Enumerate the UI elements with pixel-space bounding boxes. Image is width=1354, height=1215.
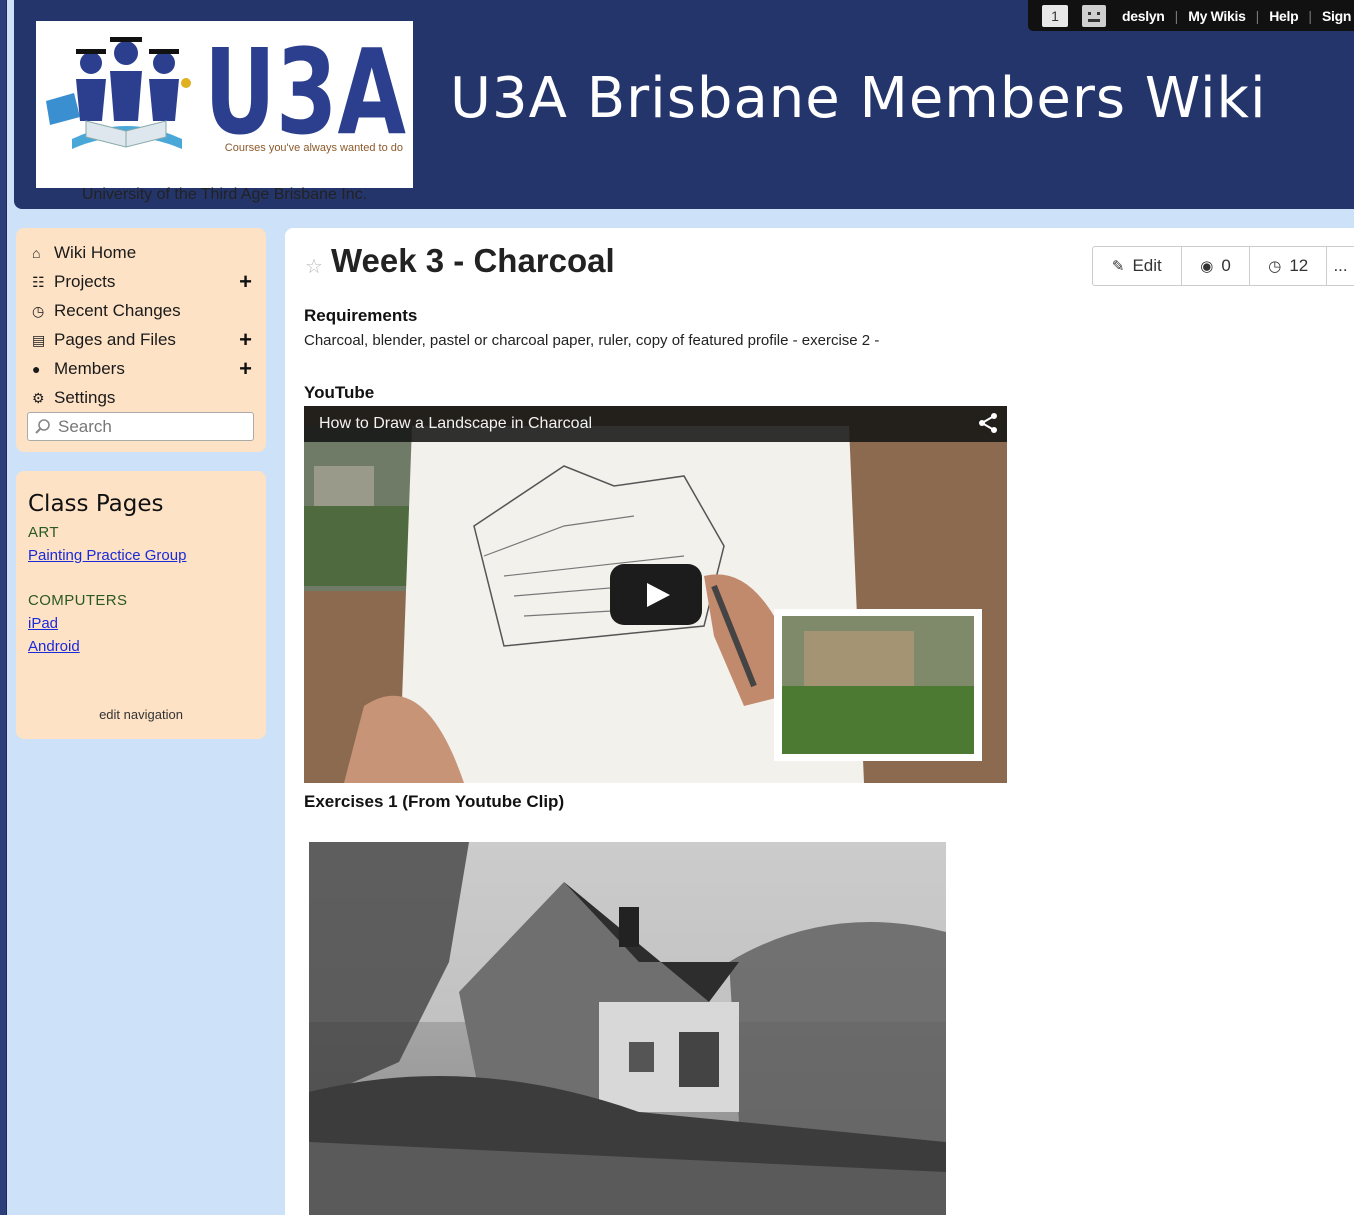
- page-actions: ✎ Edit ◉ 0 ◷ 12 ...: [1092, 246, 1354, 286]
- video-title-bar: How to Draw a Landscape in Charcoal: [304, 406, 1007, 442]
- revisions-count: 12: [1289, 256, 1309, 275]
- exercises-heading: Exercises 1 (From Youtube Clip): [304, 792, 565, 811]
- logo-wordmark: U3A: [204, 23, 406, 161]
- share-icon[interactable]: [977, 412, 999, 434]
- site-header: U3A Courses you've always wanted to do U…: [14, 0, 1354, 209]
- sidebar-item-wiki-home[interactable]: ⌂ Wiki Home: [32, 241, 252, 265]
- sidebar-item-label: Wiki Home: [54, 243, 137, 262]
- comments-icon: ◉: [1200, 258, 1214, 275]
- class-pages-box: Class Pages ART Painting Practice Group …: [16, 471, 266, 739]
- user-toolbar: 1 deslyn | My Wikis | Help | Sign: [1028, 0, 1354, 31]
- search-icon: [35, 418, 50, 434]
- add-page-icon[interactable]: +: [239, 327, 252, 353]
- sidebar-navigation: ⌂ Wiki Home ☷ Projects + ◷ Recent Change…: [16, 228, 266, 452]
- comments-count: 0: [1221, 256, 1231, 275]
- comments-button[interactable]: ◉ 0: [1182, 247, 1251, 285]
- sidebar-item-label: Recent Changes: [54, 301, 181, 320]
- main-content: ☆ Week 3 - Charcoal ✎ Edit ◉ 0 ◷ 12 ... …: [285, 228, 1354, 1215]
- more-button[interactable]: ...: [1327, 247, 1354, 285]
- add-project-icon[interactable]: +: [239, 269, 252, 295]
- gear-icon: ⚙: [32, 389, 45, 406]
- category-computers: COMPUTERS: [28, 592, 128, 609]
- link-painting-practice-group[interactable]: Painting Practice Group: [28, 547, 186, 564]
- site-title: U3A Brisbane Members Wiki: [450, 66, 1267, 131]
- sitemap-icon: ☷: [32, 273, 45, 290]
- link-ipad[interactable]: iPad: [28, 615, 58, 632]
- logo-subtitle: University of the Third Age Brisbane Inc…: [81, 186, 368, 203]
- sidebar-item-members[interactable]: ● Members +: [32, 356, 252, 382]
- logo-graphic: U3A: [46, 23, 406, 161]
- star-icon[interactable]: ☆: [305, 254, 323, 279]
- add-member-icon[interactable]: +: [239, 356, 252, 382]
- sketch-graphic: [309, 842, 946, 1215]
- clock-icon: ◷: [32, 302, 45, 319]
- youtube-video-player[interactable]: How to Draw a Landscape in Charcoal: [304, 406, 1007, 783]
- requirements-heading: Requirements: [304, 306, 418, 325]
- revisions-button[interactable]: ◷ 12: [1250, 247, 1328, 285]
- sidebar-item-settings[interactable]: ⚙ Settings: [32, 386, 252, 410]
- video-title[interactable]: How to Draw a Landscape in Charcoal: [319, 415, 592, 433]
- sidebar-item-projects[interactable]: ☷ Projects +: [32, 269, 252, 295]
- play-button[interactable]: [610, 564, 702, 625]
- sidebar-item-pages-and-files[interactable]: ▤ Pages and Files +: [32, 327, 252, 353]
- edit-button[interactable]: ✎ Edit: [1093, 247, 1182, 285]
- more-label: ...: [1333, 256, 1348, 275]
- sidebar-item-recent-changes[interactable]: ◷ Recent Changes: [32, 299, 252, 323]
- my-wikis-link[interactable]: My Wikis: [1188, 8, 1246, 24]
- sign-link[interactable]: Sign: [1322, 8, 1351, 24]
- clock-icon: ◷: [1268, 258, 1282, 275]
- edit-navigation-link[interactable]: edit navigation: [16, 707, 266, 722]
- site-logo[interactable]: U3A Courses you've always wanted to do U…: [36, 21, 413, 203]
- username-link[interactable]: deslyn: [1122, 8, 1165, 24]
- search-field[interactable]: [27, 412, 254, 441]
- link-android[interactable]: Android: [28, 638, 80, 655]
- divider: |: [1308, 7, 1313, 24]
- file-icon: ▤: [32, 331, 46, 348]
- logo-tagline: Courses you've always wanted to do: [224, 142, 403, 154]
- home-icon: ⌂: [32, 245, 41, 261]
- notification-badge[interactable]: 1: [1042, 4, 1068, 27]
- charcoal-sketch-image: [309, 842, 946, 1215]
- sidebar-item-label: Projects: [54, 272, 116, 291]
- sidebar-item-label: Pages and Files: [54, 330, 176, 349]
- youtube-heading: YouTube: [304, 383, 375, 402]
- divider: |: [1255, 7, 1260, 24]
- sidebar-item-label: Members: [54, 359, 125, 378]
- pencil-icon: ✎: [1111, 258, 1125, 275]
- search-input[interactable]: [58, 416, 248, 437]
- user-icon: ●: [32, 361, 41, 377]
- class-pages-title: Class Pages: [28, 491, 164, 517]
- divider: |: [1174, 7, 1179, 24]
- page-title: Week 3 - Charcoal: [331, 242, 615, 279]
- edit-label: Edit: [1132, 256, 1162, 275]
- sidebar-item-label: Settings: [54, 388, 116, 407]
- help-link[interactable]: Help: [1269, 8, 1298, 24]
- avatar[interactable]: [1082, 4, 1106, 27]
- requirements-text: Charcoal, blender, pastel or charcoal pa…: [304, 332, 880, 349]
- category-art: ART: [28, 524, 59, 541]
